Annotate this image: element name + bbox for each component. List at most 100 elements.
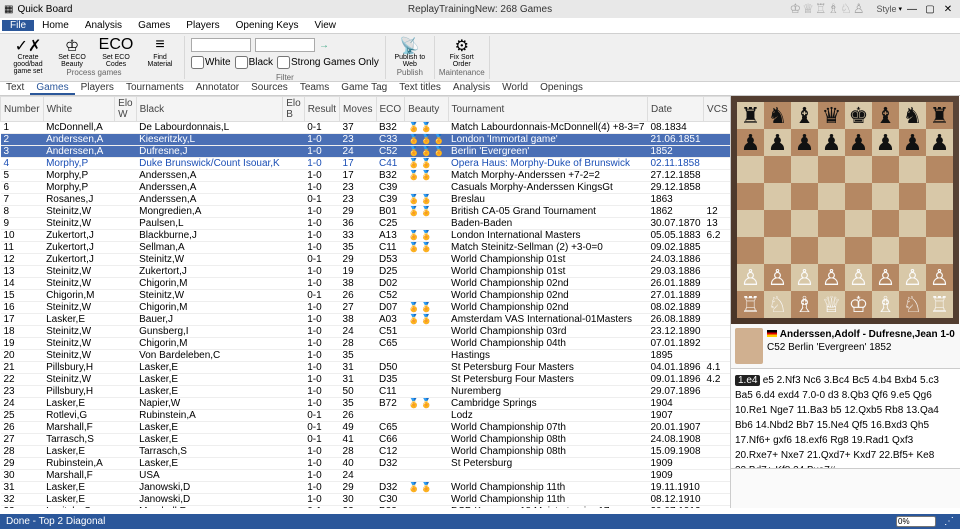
table-row[interactable]: 9Steinitz,WPaulsen,L1-036C25Baden-Baden3… — [1, 218, 731, 230]
square[interactable]: ♞ — [764, 102, 791, 129]
status-input[interactable] — [896, 516, 936, 527]
table-row[interactable]: 14Steinitz,WChigorin,M1-038D02World Cham… — [1, 278, 731, 290]
table-row[interactable]: 17Lasker,EBauer,J1-038A03🏅🏅Amsterdam VAS… — [1, 314, 731, 326]
square[interactable]: ♜ — [926, 102, 953, 129]
square[interactable]: ♕ — [818, 291, 845, 318]
square[interactable] — [737, 237, 764, 264]
filter-go-icon[interactable]: → — [319, 40, 329, 51]
square[interactable] — [926, 183, 953, 210]
square[interactable]: ♘ — [764, 291, 791, 318]
table-row[interactable]: 6Morphy,PAnderssen,A1-023C39Casuals Morp… — [1, 182, 731, 194]
square[interactable] — [791, 210, 818, 237]
table-row[interactable]: 13Steinitz,WZukertort,J1-019D25World Cha… — [1, 266, 731, 278]
menu-home[interactable]: Home — [34, 20, 77, 31]
column-header[interactable]: Result — [304, 97, 339, 122]
square[interactable]: ♗ — [791, 291, 818, 318]
square[interactable] — [764, 237, 791, 264]
notation-panel[interactable]: 1.e4 e5 2.Nf3 Nc6 3.Bc4 Bc5 4.b4 Bxb4 5.… — [731, 369, 960, 468]
table-row[interactable]: 16Steinitz,WChigorin,M1-027D07🏅🏅World Ch… — [1, 302, 731, 314]
square[interactable] — [845, 156, 872, 183]
minimize-button[interactable]: — — [904, 2, 920, 16]
tab-openings[interactable]: Openings — [534, 82, 589, 95]
tab-games[interactable]: Games — [30, 82, 74, 95]
square[interactable] — [926, 237, 953, 264]
table-row[interactable]: 8Steinitz,WMongredien,A1-029B01🏅🏅British… — [1, 206, 731, 218]
square[interactable] — [764, 156, 791, 183]
square[interactable] — [899, 237, 926, 264]
square[interactable] — [818, 237, 845, 264]
white-checkbox[interactable]: White — [191, 56, 231, 69]
square[interactable] — [764, 183, 791, 210]
square[interactable]: ♞ — [899, 102, 926, 129]
square[interactable] — [872, 183, 899, 210]
square[interactable]: ♟ — [737, 129, 764, 156]
table-row[interactable]: 21Pillsbury,HLasker,E1-031D50St Petersbu… — [1, 362, 731, 374]
table-row[interactable]: 27Tarrasch,SLasker,E0-141C66World Champi… — [1, 434, 731, 446]
table-row[interactable]: 1McDonnell,ADe Labourdonnais,L0-137B32🏅🏅… — [1, 122, 731, 134]
table-row[interactable]: 22Steinitz,WLasker,E1-031D35St Petersbur… — [1, 374, 731, 386]
tab-world[interactable]: World — [496, 82, 534, 95]
column-header[interactable]: Black — [136, 97, 283, 122]
square[interactable]: ♟ — [872, 129, 899, 156]
table-row[interactable]: 24Lasker,ENapier,W1-035B72🏅🏅Cambridge Sp… — [1, 398, 731, 410]
tab-players[interactable]: Players — [75, 82, 120, 95]
tab-text-titles[interactable]: Text titles — [393, 82, 447, 95]
table-row[interactable]: 32Lasker,EJanowski,D1-030C30World Champi… — [1, 494, 731, 506]
square[interactable]: ♙ — [872, 264, 899, 291]
square[interactable] — [764, 210, 791, 237]
tab-text[interactable]: Text — [0, 82, 30, 95]
square[interactable]: ♙ — [899, 264, 926, 291]
square[interactable]: ♟ — [845, 129, 872, 156]
table-row[interactable]: 31Lasker,EJanowski,D1-029D32🏅🏅World Cham… — [1, 482, 731, 494]
column-header[interactable]: Elo W — [115, 97, 136, 122]
table-row[interactable]: 25Rotlevi,GRubinstein,A0-126Lodz1907Top … — [1, 410, 731, 422]
square[interactable] — [899, 210, 926, 237]
square[interactable] — [899, 156, 926, 183]
column-header[interactable]: White — [43, 97, 115, 122]
column-header[interactable]: Date — [647, 97, 703, 122]
square[interactable]: ♙ — [791, 264, 818, 291]
table-row[interactable]: 28Lasker,ETarrasch,S1-028C12World Champi… — [1, 446, 731, 458]
square[interactable]: ♟ — [899, 129, 926, 156]
column-header[interactable]: Moves — [340, 97, 376, 122]
column-header[interactable]: Number — [1, 97, 44, 122]
menu-file[interactable]: File — [2, 20, 34, 31]
square[interactable] — [845, 210, 872, 237]
table-row[interactable]: 15Chigorin,MSteinitz,W0-126C52World Cham… — [1, 290, 731, 302]
ribbon-button[interactable]: ⚙Fix Sort Order — [442, 36, 482, 68]
style-dropdown[interactable]: Style — [876, 4, 896, 14]
tab-game-tag[interactable]: Game Tag — [335, 82, 393, 95]
square[interactable]: ♜ — [737, 102, 764, 129]
column-header[interactable]: VCS — [704, 97, 730, 122]
square[interactable]: ♔ — [845, 291, 872, 318]
chess-board[interactable]: ♜♞♝♛♚♝♞♜♟♟♟♟♟♟♟♟♙♙♙♙♙♙♙♙♖♘♗♕♔♗♘♖ — [731, 96, 959, 324]
table-row[interactable]: 23Pillsbury,HLasker,E1-050C11Nuremberg29… — [1, 386, 731, 398]
tab-annotator[interactable]: Annotator — [190, 82, 245, 95]
square[interactable]: ♘ — [899, 291, 926, 318]
table-row[interactable]: 29Rubinstein,ALasker,E1-040D32St Petersb… — [1, 458, 731, 470]
square[interactable]: ♚ — [845, 102, 872, 129]
square[interactable]: ♗ — [872, 291, 899, 318]
column-header[interactable]: ECO — [376, 97, 405, 122]
square[interactable]: ♙ — [845, 264, 872, 291]
maximize-button[interactable]: ▢ — [922, 2, 938, 16]
menu-view[interactable]: View — [306, 20, 344, 31]
tab-sources[interactable]: Sources — [245, 82, 294, 95]
filter-black-input[interactable] — [255, 38, 315, 52]
first-move[interactable]: 1.e4 — [735, 375, 760, 386]
tab-tournaments[interactable]: Tournaments — [120, 82, 190, 95]
ribbon-button[interactable]: ✓✗Create good/bad game set — [8, 36, 48, 75]
square[interactable] — [818, 183, 845, 210]
square[interactable]: ♝ — [791, 102, 818, 129]
square[interactable]: ♛ — [818, 102, 845, 129]
ribbon-button[interactable]: ≡Find Material — [140, 36, 180, 68]
square[interactable] — [845, 237, 872, 264]
square[interactable]: ♙ — [764, 264, 791, 291]
table-row[interactable]: 11Zukertort,JSellman,A1-035C11🏅🏅Match St… — [1, 242, 731, 254]
table-row[interactable]: 30Marshall,FUSA1-0241909Top G — [1, 470, 731, 482]
menu-games[interactable]: Games — [130, 20, 178, 31]
table-row[interactable]: 5Morphy,PAnderssen,A1-017B32🏅🏅Match Morp… — [1, 170, 731, 182]
table-row[interactable]: 20Steinitz,WVon Bardeleben,C1-035Hasting… — [1, 350, 731, 362]
square[interactable]: ♟ — [764, 129, 791, 156]
square[interactable]: ♖ — [737, 291, 764, 318]
